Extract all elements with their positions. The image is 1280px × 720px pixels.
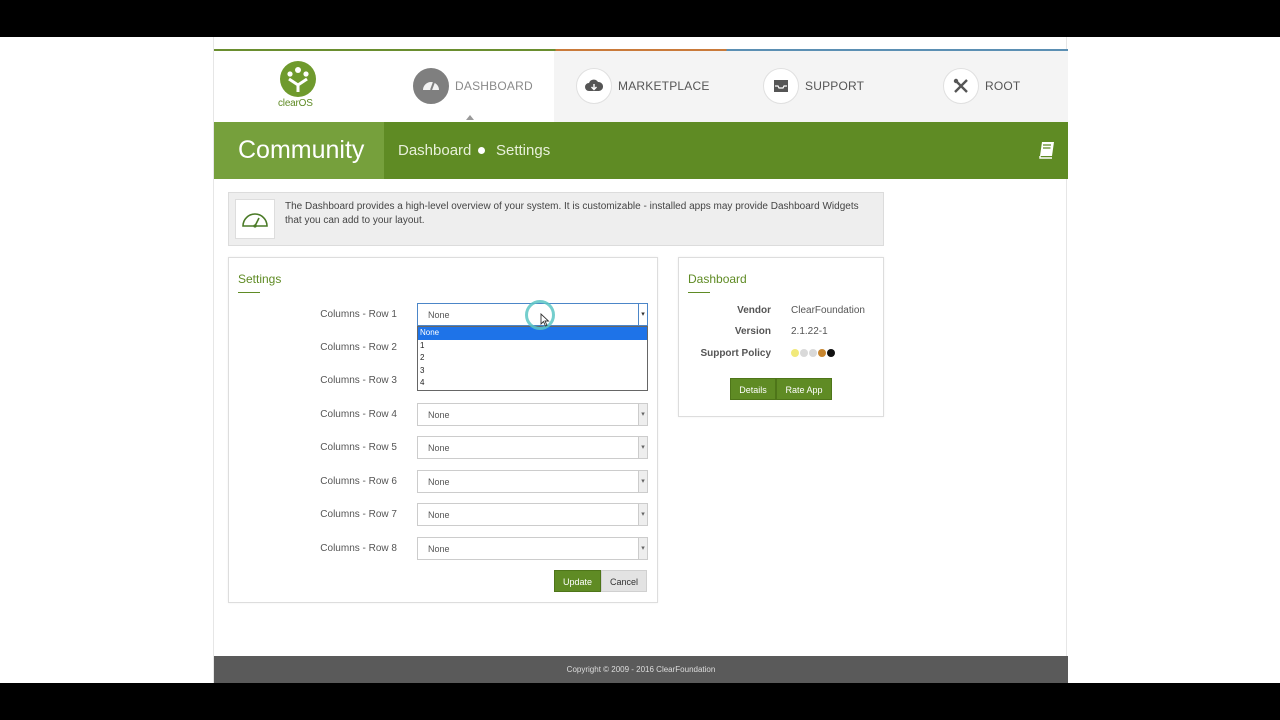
title-underline <box>238 292 260 293</box>
dropdown-option[interactable]: 2 <box>418 352 647 365</box>
row-7-label: Columns - Row 7 <box>320 509 397 520</box>
top-accent-bar <box>214 49 1068 51</box>
user-guide-book-icon[interactable] <box>1038 141 1056 159</box>
row-4-value: None <box>428 410 450 420</box>
vendor-value: ClearFoundation <box>791 305 865 316</box>
version-label: Version <box>734 326 771 337</box>
row-6-value: None <box>428 477 450 487</box>
nav-dashboard-label: DASHBOARD <box>455 78 533 93</box>
chevron-down-icon: ▾ <box>638 504 647 525</box>
support-policy-dot <box>791 349 799 357</box>
row-4-select[interactable]: None ▾ <box>417 403 648 426</box>
row-4-label: Columns - Row 4 <box>320 409 397 420</box>
support-policy-dot <box>818 349 826 357</box>
version-value: 2.1.22-1 <box>791 326 828 337</box>
row-5-label: Columns - Row 5 <box>320 442 397 453</box>
row-1-dropdown-list: None 1 2 3 4 <box>417 326 648 391</box>
support-policy-dot <box>800 349 808 357</box>
details-button[interactable]: Details <box>730 378 776 400</box>
page-footer: Copyright © 2009 - 2016 ClearFoundation <box>214 656 1068 683</box>
gauge-icon <box>413 67 449 104</box>
app-info-title: Dashboard <box>688 272 747 286</box>
help-info-box: The Dashboard provides a high-level over… <box>228 192 884 246</box>
row-1-value: None <box>428 310 450 320</box>
update-button[interactable]: Update <box>554 570 601 592</box>
row-7-value: None <box>428 510 450 520</box>
chevron-down-icon: ▾ <box>638 538 647 559</box>
clearos-logo-icon <box>280 61 316 97</box>
app-info-panel: Dashboard Vendor ClearFoundation Version… <box>678 257 884 417</box>
title-underline <box>688 292 710 293</box>
chevron-down-icon: ▾ <box>638 437 647 458</box>
edition-title: Community <box>238 136 365 164</box>
inbox-icon <box>763 67 799 104</box>
row-5-value: None <box>428 443 450 453</box>
breadcrumb-settings: Settings <box>496 142 551 159</box>
active-nav-caret <box>466 115 474 120</box>
nav-support[interactable]: SUPPORT <box>763 49 864 122</box>
dropdown-option[interactable]: None <box>418 327 647 340</box>
support-policy-dot <box>809 349 817 357</box>
row-7-select[interactable]: None ▾ <box>417 503 648 526</box>
support-policy-dot <box>827 349 835 357</box>
page-banner: Community Dashboard Settings <box>214 122 1068 179</box>
dropdown-option[interactable]: 1 <box>418 340 647 353</box>
chevron-down-icon: ▾ <box>638 404 647 425</box>
row-8-label: Columns - Row 8 <box>320 543 397 554</box>
breadcrumb-separator-icon <box>478 147 485 154</box>
help-text: The Dashboard provides a high-level over… <box>285 201 859 226</box>
row-1-label: Columns - Row 1 <box>320 309 397 320</box>
row-6-label: Columns - Row 6 <box>320 476 397 487</box>
mouse-cursor-icon <box>540 313 550 327</box>
row-2-label: Columns - Row 2 <box>320 342 397 353</box>
app-window: clearOS DASHBOARD MARKETPLACE SUPPORT RO… <box>213 37 1068 683</box>
tools-icon <box>943 67 979 104</box>
top-navigation: clearOS DASHBOARD MARKETPLACE SUPPORT RO… <box>214 49 1068 122</box>
nav-marketplace[interactable]: MARKETPLACE <box>576 49 710 122</box>
rate-app-button[interactable]: Rate App <box>776 378 832 400</box>
cloud-download-icon <box>576 67 612 104</box>
dropdown-option[interactable]: 4 <box>418 377 647 390</box>
support-policy-label: Support Policy <box>700 348 771 359</box>
row-3-label: Columns - Row 3 <box>320 375 397 386</box>
breadcrumb-dashboard[interactable]: Dashboard <box>398 142 471 159</box>
edition-panel: Community <box>214 122 384 179</box>
row-8-value: None <box>428 544 450 554</box>
chevron-down-icon: ▾ <box>638 304 647 325</box>
dropdown-option[interactable]: 3 <box>418 365 647 378</box>
settings-panel: Settings Columns - Row 1 None ▾ Columns … <box>228 257 658 603</box>
row-5-select[interactable]: None ▾ <box>417 436 648 459</box>
logo-area[interactable]: clearOS <box>214 49 384 122</box>
chevron-down-icon: ▾ <box>638 471 647 492</box>
logo-text: clearOS <box>278 98 313 109</box>
support-policy-indicator <box>791 349 835 357</box>
cancel-button[interactable]: Cancel <box>601 570 647 592</box>
dashboard-gauge-icon <box>235 199 275 239</box>
nav-dashboard[interactable]: DASHBOARD <box>384 49 554 122</box>
vendor-label: Vendor <box>737 305 771 316</box>
nav-root-label: ROOT <box>985 78 1021 93</box>
row-6-select[interactable]: None ▾ <box>417 470 648 493</box>
settings-title: Settings <box>238 272 282 286</box>
browser-viewport: clearOS DASHBOARD MARKETPLACE SUPPORT RO… <box>0 37 1280 683</box>
nav-marketplace-label: MARKETPLACE <box>618 78 710 93</box>
nav-root[interactable]: ROOT <box>943 49 1020 122</box>
row-8-select[interactable]: None ▾ <box>417 537 648 560</box>
nav-support-label: SUPPORT <box>805 78 865 93</box>
